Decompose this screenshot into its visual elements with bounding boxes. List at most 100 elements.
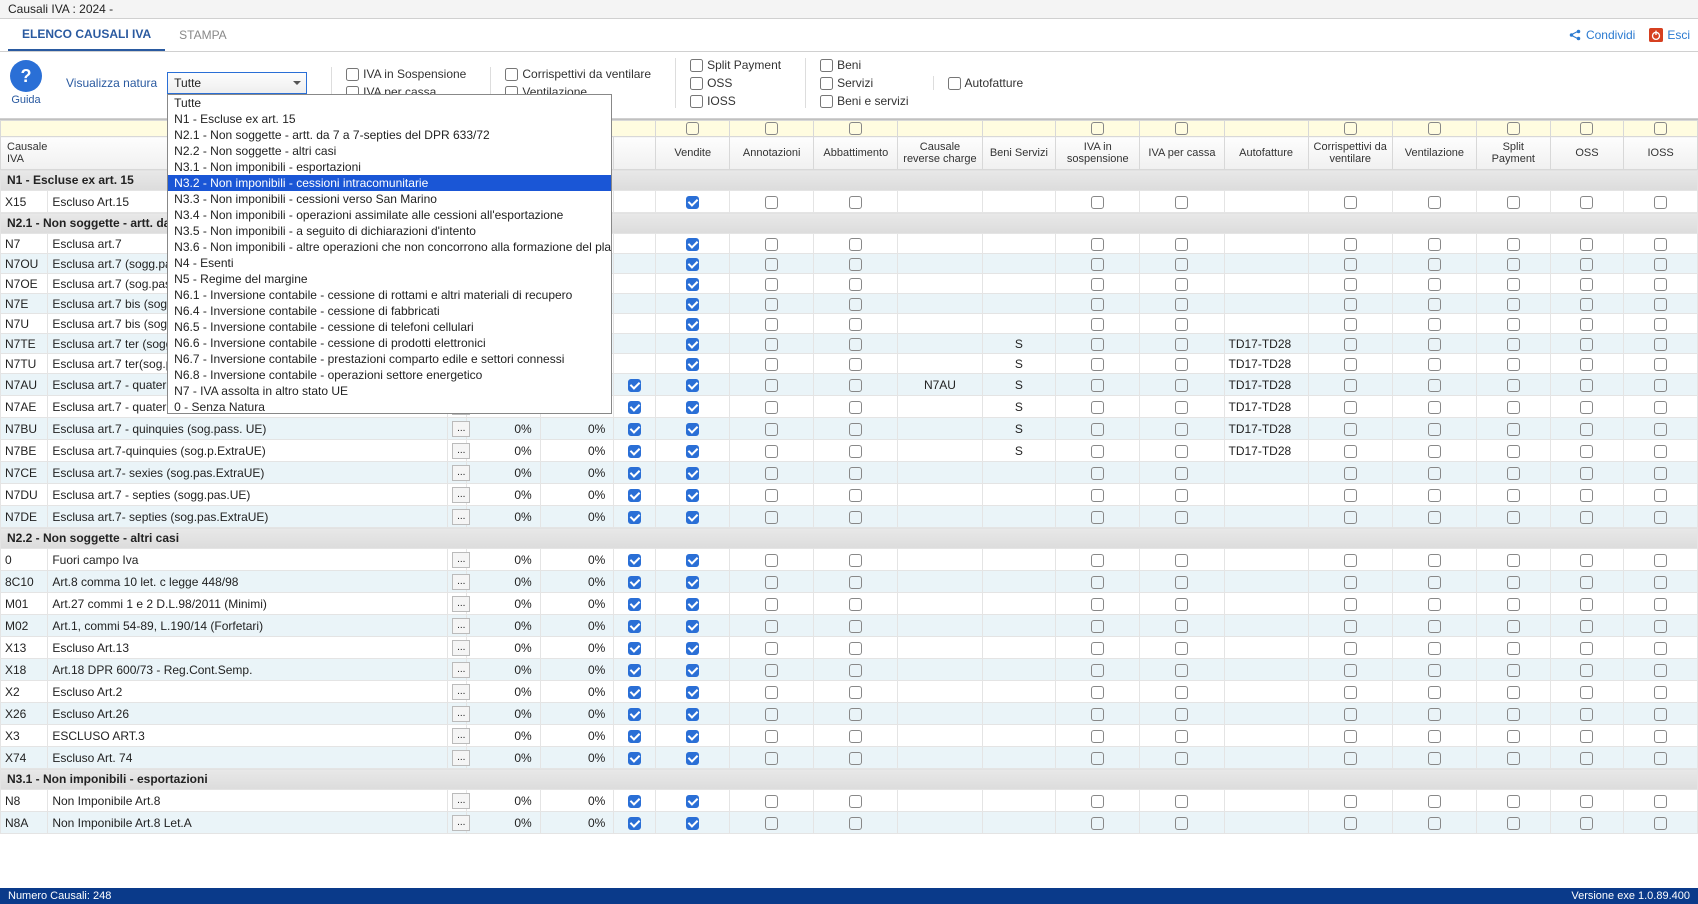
grid-checkbox[interactable] [765, 795, 778, 808]
grid-checkbox[interactable] [1507, 795, 1520, 808]
grid-checkbox[interactable] [765, 258, 778, 271]
grid-checkbox[interactable] [1507, 298, 1520, 311]
grid-checkbox[interactable] [628, 576, 641, 589]
grid-checkbox[interactable] [686, 730, 699, 743]
grid-checkbox[interactable] [1654, 598, 1667, 611]
grid-checkbox[interactable] [765, 752, 778, 765]
ellipsis-button[interactable]: ... [452, 684, 470, 700]
share-button[interactable]: Condividi [1568, 28, 1635, 42]
grid-checkbox[interactable] [1428, 318, 1441, 331]
column-header[interactable]: IVA in sospensione [1056, 137, 1140, 170]
grid-checkbox[interactable] [1654, 620, 1667, 633]
cell-expand[interactable]: ... [448, 440, 467, 462]
grid-checkbox[interactable] [1175, 576, 1188, 589]
dropdown-item[interactable]: N6.6 - Inversione contabile - cessione d… [168, 335, 611, 351]
grid-checkbox[interactable] [1091, 752, 1104, 765]
dropdown-item[interactable]: N6.8 - Inversione contabile - operazioni… [168, 367, 611, 383]
grid-checkbox[interactable] [1175, 620, 1188, 633]
grid-checkbox[interactable] [628, 752, 641, 765]
grid-checkbox[interactable] [628, 598, 641, 611]
grid-checkbox[interactable] [765, 620, 778, 633]
cell-expand[interactable]: ... [448, 418, 467, 440]
grid-checkbox[interactable] [686, 598, 699, 611]
cell-expand[interactable]: ... [448, 747, 467, 769]
grid-checkbox[interactable] [1580, 423, 1593, 436]
grid-checkbox[interactable] [686, 511, 699, 524]
combo-value[interactable]: Tutte [167, 72, 307, 94]
filter-check-oss[interactable]: OSS [690, 76, 781, 90]
grid-checkbox[interactable] [1344, 554, 1357, 567]
grid-checkbox[interactable] [1428, 752, 1441, 765]
filter-check[interactable] [1580, 122, 1593, 135]
ellipsis-button[interactable]: ... [452, 618, 470, 634]
ellipsis-button[interactable]: ... [452, 750, 470, 766]
grid-checkbox[interactable] [628, 664, 641, 677]
grid-checkbox[interactable] [1507, 620, 1520, 633]
grid-checkbox[interactable] [1507, 258, 1520, 271]
grid-checkbox[interactable] [1091, 817, 1104, 830]
grid-checkbox[interactable] [1580, 278, 1593, 291]
dropdown-item[interactable]: N2.2 - Non soggette - altri casi [168, 143, 611, 159]
grid-checkbox[interactable] [1091, 642, 1104, 655]
grid-checkbox[interactable] [1344, 642, 1357, 655]
grid-checkbox[interactable] [849, 664, 862, 677]
grid-checkbox[interactable] [1580, 401, 1593, 414]
grid-checkbox[interactable] [849, 379, 862, 392]
grid-checkbox[interactable] [849, 467, 862, 480]
grid-checkbox[interactable] [628, 642, 641, 655]
filter-check[interactable] [686, 122, 699, 135]
grid-checkbox[interactable] [1344, 401, 1357, 414]
grid-checkbox[interactable] [1344, 708, 1357, 721]
column-header[interactable]: Annotazioni [730, 137, 814, 170]
grid-checkbox[interactable] [1507, 467, 1520, 480]
grid-checkbox[interactable] [765, 642, 778, 655]
cell-expand[interactable]: ... [448, 615, 467, 637]
grid-checkbox[interactable] [765, 423, 778, 436]
filter-check-corrispettivi-da-ventilare[interactable]: Corrispettivi da ventilare [505, 67, 651, 81]
grid-checkbox[interactable] [1580, 196, 1593, 209]
grid-checkbox[interactable] [849, 817, 862, 830]
grid-checkbox[interactable] [765, 298, 778, 311]
column-header[interactable]: OSS [1550, 137, 1624, 170]
grid-checkbox[interactable] [1580, 576, 1593, 589]
grid-checkbox[interactable] [1344, 598, 1357, 611]
grid-checkbox[interactable] [1344, 258, 1357, 271]
table-row[interactable]: N8ANon Imponibile Art.8 Let.A...0%0% [1, 812, 1698, 834]
grid-checkbox[interactable] [1654, 554, 1667, 567]
grid-checkbox[interactable] [1091, 423, 1104, 436]
natura-dropdown[interactable]: TutteN1 - Escluse ex art. 15N2.1 - Non s… [167, 94, 612, 414]
grid-checkbox[interactable] [628, 445, 641, 458]
grid-checkbox[interactable] [1654, 752, 1667, 765]
grid-checkbox[interactable] [1654, 489, 1667, 502]
grid-checkbox[interactable] [1507, 423, 1520, 436]
grid-checkbox[interactable] [765, 817, 778, 830]
grid-checkbox[interactable] [1175, 258, 1188, 271]
table-row[interactable]: X74Escluso Art. 74...0%0% [1, 747, 1698, 769]
grid-checkbox[interactable] [628, 554, 641, 567]
grid-checkbox[interactable] [1344, 196, 1357, 209]
grid-checkbox[interactable] [628, 489, 641, 502]
grid-checkbox[interactable] [849, 795, 862, 808]
grid-checkbox[interactable] [1428, 620, 1441, 633]
grid-checkbox[interactable] [1654, 196, 1667, 209]
grid-checkbox[interactable] [1091, 318, 1104, 331]
grid-checkbox[interactable] [1091, 511, 1104, 524]
grid-checkbox[interactable] [849, 489, 862, 502]
grid-checkbox[interactable] [1091, 298, 1104, 311]
cell-expand[interactable]: ... [448, 484, 467, 506]
grid-checkbox[interactable] [1175, 358, 1188, 371]
grid-checkbox[interactable] [1654, 730, 1667, 743]
grid-checkbox[interactable] [1507, 598, 1520, 611]
grid-checkbox[interactable] [1428, 730, 1441, 743]
dropdown-item[interactable]: N3.4 - Non imponibili - operazioni assim… [168, 207, 611, 223]
dropdown-item[interactable]: N6.4 - Inversione contabile - cessione d… [168, 303, 611, 319]
grid-checkbox[interactable] [1580, 318, 1593, 331]
column-header[interactable]: Split Payment [1476, 137, 1550, 170]
grid-checkbox[interactable] [849, 554, 862, 567]
grid-checkbox[interactable] [686, 358, 699, 371]
grid-checkbox[interactable] [849, 238, 862, 251]
grid-checkbox[interactable] [1344, 620, 1357, 633]
grid-checkbox[interactable] [1654, 467, 1667, 480]
grid-checkbox[interactable] [1654, 642, 1667, 655]
grid-checkbox[interactable] [1580, 511, 1593, 524]
